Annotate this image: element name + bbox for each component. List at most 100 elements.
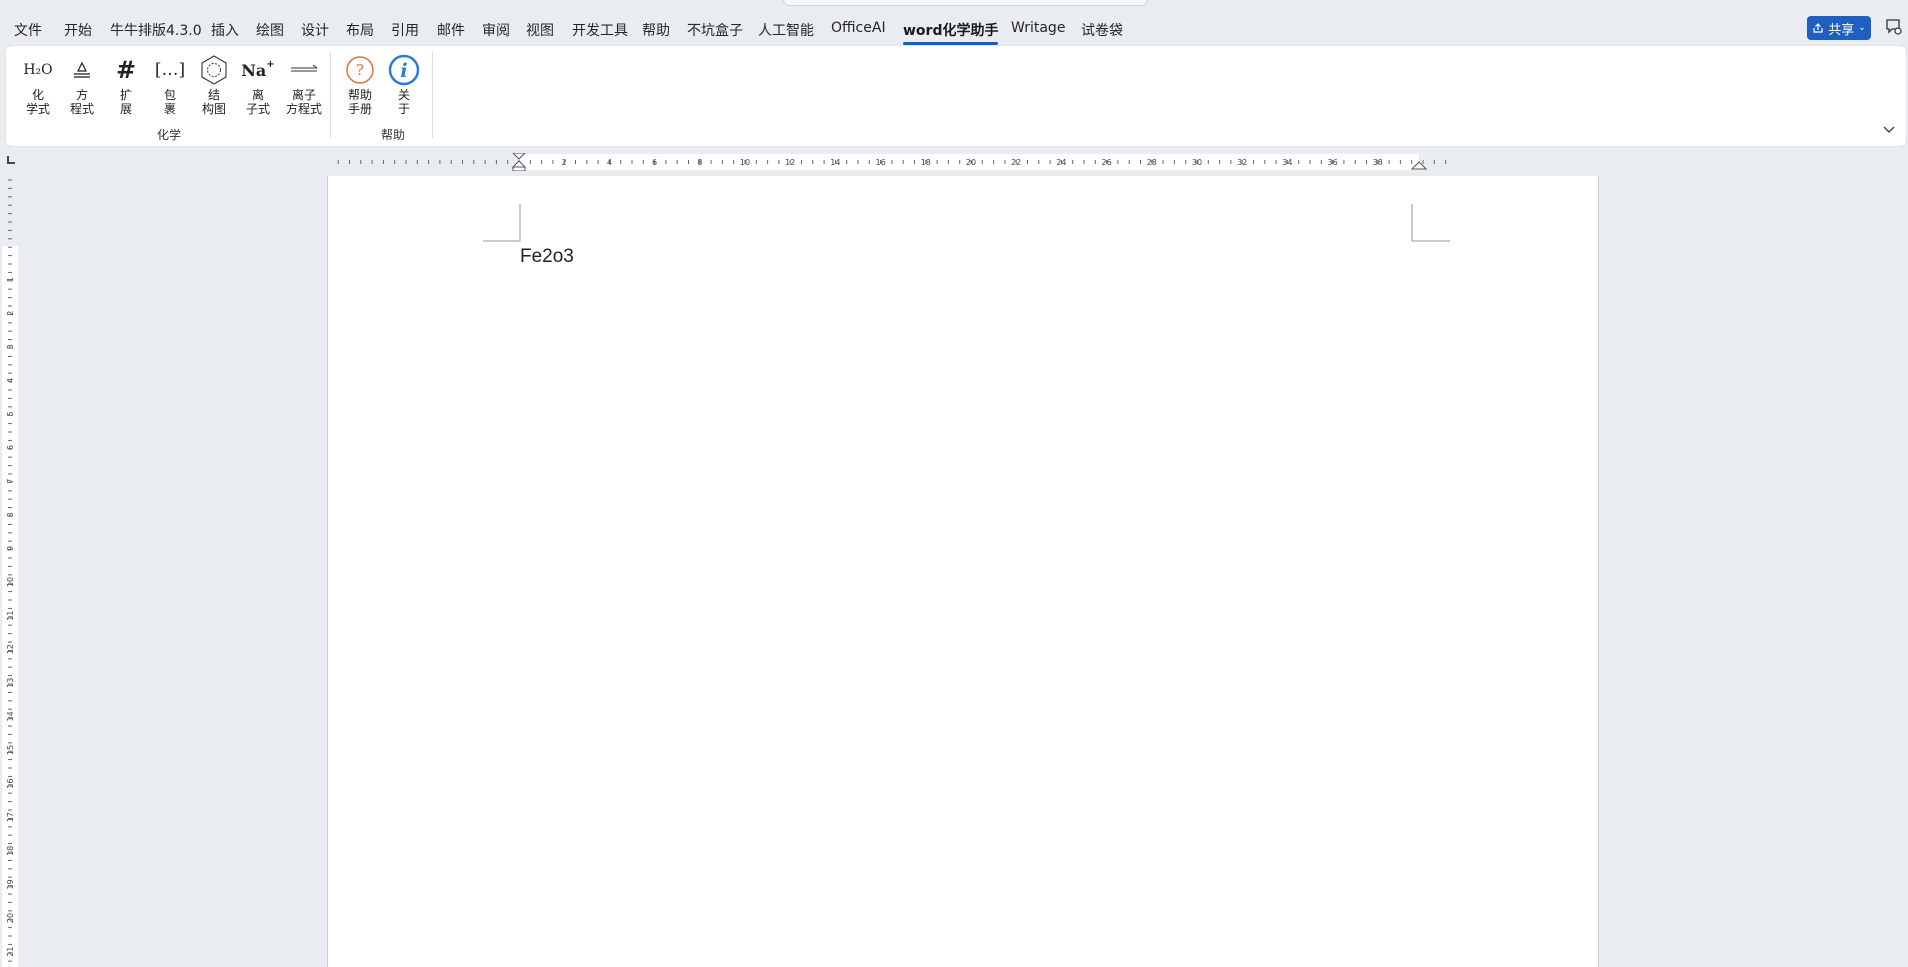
- tab-developer[interactable]: 开发工具: [572, 20, 628, 40]
- button-label: 离子: [291, 88, 316, 102]
- group-divider: [330, 52, 331, 138]
- ruler-label: 10: [6, 577, 15, 587]
- ion-na-icon: Na +: [241, 58, 275, 80]
- tab-writage[interactable]: Writage: [1011, 20, 1065, 36]
- tab-help[interactable]: 帮助: [642, 20, 670, 40]
- chevron-down-icon: ⌄: [1858, 23, 1866, 33]
- equation-button[interactable]: 方 程式: [62, 52, 102, 116]
- button-label: 化: [31, 88, 44, 102]
- top-right-margin-mark: [1411, 204, 1450, 242]
- ruler-label: 11: [6, 611, 15, 621]
- ruler-label: 14: [6, 711, 15, 721]
- ruler-label: 12: [785, 158, 795, 167]
- button-label: 包: [163, 88, 176, 102]
- title-bar: [0, 0, 1908, 10]
- search-box[interactable]: [783, 0, 1148, 6]
- ruler-label: 10: [740, 158, 750, 167]
- benzene-structure-icon: [194, 52, 234, 88]
- ruler-label: 21: [6, 947, 15, 957]
- tab-references[interactable]: 引用: [391, 20, 419, 40]
- ruler-label: 7: [6, 479, 15, 484]
- document-page[interactable]: Fe2o3: [327, 176, 1599, 967]
- structure-diagram-button[interactable]: 结 构图: [194, 52, 234, 116]
- vertical-ruler[interactable]: 123456789101112131415161718192021: [0, 176, 22, 967]
- menu-bar: 文件 开始 牛牛排版4.3.0 插入 绘图 设计 布局 引用 邮件 审阅 视图 …: [0, 12, 1908, 45]
- button-label: 方: [75, 88, 88, 102]
- ruler-label: 20: [966, 158, 976, 167]
- tab-layout[interactable]: 布局: [346, 20, 374, 40]
- button-label: 手册: [347, 102, 372, 116]
- tab-word-chem-assistant[interactable]: word化学助手: [903, 20, 999, 45]
- ruler-label: 26: [1102, 158, 1112, 167]
- button-label: 程式: [69, 102, 94, 116]
- tab-review[interactable]: 审阅: [482, 20, 510, 40]
- help-manual-button[interactable]: ? 帮助 手册: [340, 52, 380, 116]
- button-label: 展: [119, 102, 132, 116]
- tab-view[interactable]: 视图: [526, 20, 554, 40]
- ruler-label: 4: [6, 378, 15, 383]
- tab-officeai[interactable]: OfficeAI: [831, 20, 886, 36]
- top-left-margin-mark: [483, 204, 521, 242]
- group-label-help: 帮助: [381, 128, 406, 142]
- ruler-label: 5: [6, 411, 15, 416]
- share-label: 共享: [1828, 22, 1855, 38]
- share-icon: [1813, 23, 1823, 33]
- tab-stop-selector[interactable]: [6, 155, 18, 167]
- ruler-label: 2: [562, 158, 567, 167]
- equation-icon: [62, 52, 102, 88]
- ruler-label: 30: [1192, 158, 1202, 167]
- group-divider: [432, 52, 433, 138]
- tab-bukeng-box[interactable]: 不坑盒子: [687, 20, 743, 40]
- info-icon: i: [384, 52, 424, 88]
- ruler-label: 34: [1282, 158, 1292, 167]
- ruler-label: 6: [6, 445, 15, 450]
- button-label: 学式: [25, 102, 50, 116]
- ruler-label: 19: [6, 879, 15, 889]
- ruler-label: 15: [6, 745, 15, 755]
- tab-mailings[interactable]: 邮件: [437, 20, 465, 40]
- share-button[interactable]: 共享 ⌄: [1807, 16, 1871, 40]
- ruler-label: 38: [1373, 158, 1383, 167]
- ruler-label: 17: [6, 812, 15, 822]
- help-question-icon: ?: [340, 52, 380, 88]
- ruler-label: 14: [830, 158, 840, 167]
- button-label: 帮助: [347, 88, 372, 102]
- tab-exam-bag[interactable]: 试卷袋: [1081, 20, 1123, 40]
- tab-draw[interactable]: 绘图: [256, 20, 284, 40]
- ruler-label: 16: [876, 158, 886, 167]
- document-body-text[interactable]: Fe2o3: [520, 246, 574, 268]
- tab-file[interactable]: 文件: [14, 20, 42, 40]
- expand-button[interactable]: # 扩 展: [106, 52, 146, 116]
- tab-insert[interactable]: 插入: [211, 20, 239, 40]
- ruler-label: 20: [6, 913, 15, 923]
- button-label: 方程式: [285, 102, 322, 116]
- ruler-label: 32: [1237, 158, 1247, 167]
- ruler-label: 36: [1328, 158, 1338, 167]
- about-button[interactable]: i 关 于: [384, 52, 424, 116]
- tab-home[interactable]: 开始: [64, 20, 92, 40]
- horizontal-ruler[interactable]: 2 4 6 8 10 12 14 16 18 20 22 24 26 28 30 32 34 36 38: [328, 153, 1598, 171]
- tab-design[interactable]: 设计: [301, 20, 329, 40]
- group-label-chemistry: 化学: [157, 128, 182, 142]
- formula-h2o-icon: H₂O: [23, 62, 53, 78]
- tab-niuniu-layout[interactable]: 牛牛排版4.3.0: [110, 20, 202, 40]
- ruler-label: 22: [1011, 158, 1021, 167]
- button-label: 子式: [245, 102, 270, 116]
- ruler-label: 2: [6, 311, 15, 316]
- ruler-label: 6: [652, 158, 657, 167]
- wrap-button[interactable]: […] 包 裹: [150, 52, 190, 116]
- help-question-glyph: ?: [356, 61, 364, 79]
- chem-formula-button[interactable]: H₂O 化 学式: [18, 52, 58, 116]
- ruler-label: 12: [6, 644, 15, 654]
- ionic-equation-button[interactable]: 离子 方程式: [282, 52, 326, 116]
- ruler-label: 8: [697, 158, 702, 167]
- button-label: 关: [397, 88, 410, 102]
- ruler-label: 28: [1147, 158, 1157, 167]
- button-label: 于: [397, 102, 410, 116]
- ion-formula-button[interactable]: Na + 离 子式: [238, 52, 278, 117]
- button-label: 结: [207, 88, 220, 102]
- tab-ai[interactable]: 人工智能: [758, 20, 814, 40]
- bracket-wrap-icon: […]: [154, 60, 186, 80]
- ribbon-collapse-chevron-icon[interactable]: [1882, 124, 1896, 138]
- comments-icon[interactable]: [1884, 17, 1904, 37]
